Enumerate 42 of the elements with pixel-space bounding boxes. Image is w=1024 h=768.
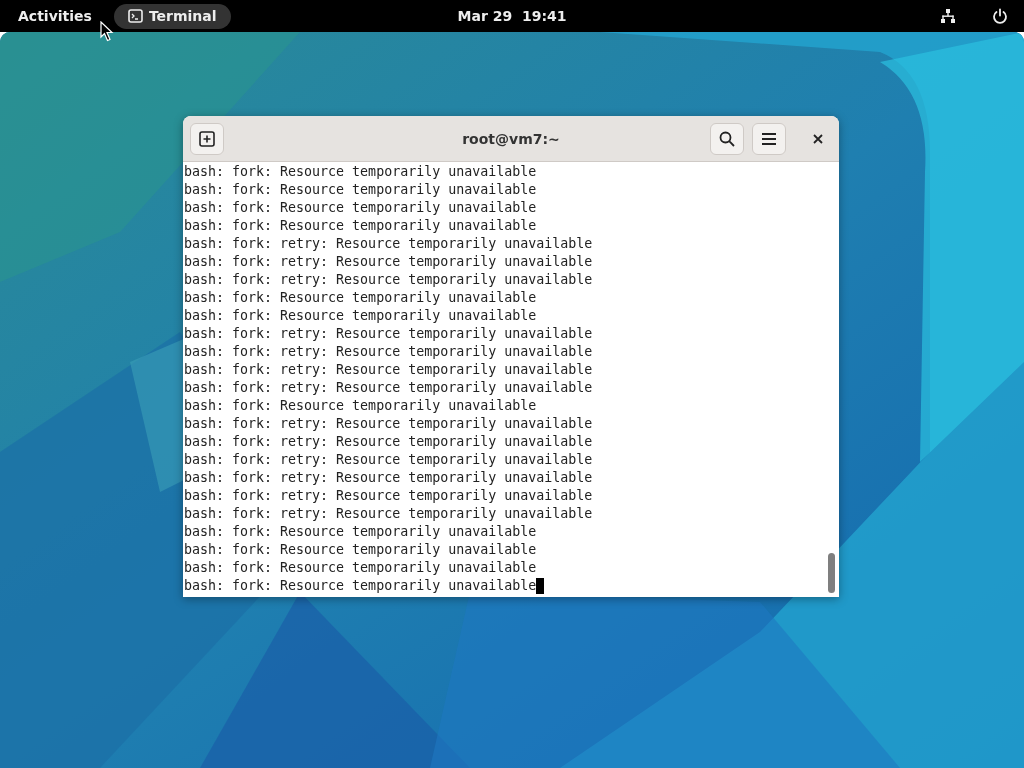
window-title: root@vm7:~: [462, 130, 560, 147]
terminal-line: bash: fork: retry: Resource temporarily unavailable: [184, 451, 593, 469]
terminal-line: bash: fork: retry: Resource temporarily unavailable: [184, 469, 593, 487]
search-icon: [719, 130, 735, 147]
terminal-line: bash: fork: retry: Resource temporarily unavailable: [184, 433, 593, 451]
scrollbar-thumb[interactable]: [828, 553, 835, 593]
terminal-icon: [127, 9, 143, 23]
terminal-line: bash: fork: Resource temporarily unavailable: [184, 541, 537, 559]
terminal-line: bash: fork: retry: Resource temporarily unavailable: [184, 325, 593, 343]
search-button[interactable]: [710, 122, 744, 155]
terminal-line: bash: fork: Resource temporarily unavailable: [184, 163, 537, 181]
plus-square-icon: [199, 130, 215, 147]
close-icon: [813, 133, 823, 144]
terminal-line: bash: fork: Resource temporarily unavailable: [184, 289, 537, 307]
app-menu-label: Terminal: [148, 8, 217, 24]
app-menu-button[interactable]: Terminal: [113, 3, 231, 29]
clock[interactable]: Mar 29 19:41: [457, 8, 567, 24]
text-cursor: [536, 578, 545, 594]
menu-button[interactable]: [752, 122, 786, 155]
terminal-line: bash: fork: retry: Resource temporarily unavailable: [184, 343, 593, 361]
terminal-line: bash: fork: Resource temporarily unavailable: [184, 559, 537, 577]
terminal-line: bash: fork: retry: Resource temporarily unavailable: [184, 361, 593, 379]
terminal-line: bash: fork: retry: Resource temporarily unavailable: [184, 379, 593, 397]
terminal-line: bash: fork: Resource temporarily unavailable: [184, 523, 537, 541]
scrollbar[interactable]: [825, 162, 839, 597]
menu-icon: [761, 131, 777, 146]
terminal-line: bash: fork: retry: Resource temporarily unavailable: [184, 487, 593, 505]
terminal-line: bash: fork: retry: Resource temporarily unavailable: [184, 235, 593, 253]
power-icon[interactable]: [992, 8, 1008, 24]
terminal-line: bash: fork: Resource temporarily unavailable: [184, 181, 537, 199]
network-icon[interactable]: [940, 8, 956, 24]
terminal-line: bash: fork: retry: Resource temporarily unavailable: [184, 505, 593, 523]
terminal-line: bash: fork: Resource temporarily unavailable: [184, 307, 537, 325]
terminal-line: bash: fork: retry: Resource temporarily unavailable: [184, 271, 593, 289]
terminal-line: bash: fork: Resource temporarily unavailable: [184, 397, 537, 415]
activities-button[interactable]: Activities: [10, 4, 100, 28]
new-tab-button[interactable]: [190, 122, 224, 155]
terminal-line: bash: fork: retry: Resource temporarily unavailable: [184, 415, 593, 433]
terminal-line: bash: fork: Resource temporarily unavailable: [184, 577, 537, 595]
terminal-line: bash: fork: Resource temporarily unavailable: [184, 217, 537, 235]
terminal-line: bash: fork: Resource temporarily unavailable: [184, 199, 537, 217]
terminal-line: bash: fork: retry: Resource temporarily unavailable: [184, 253, 593, 271]
